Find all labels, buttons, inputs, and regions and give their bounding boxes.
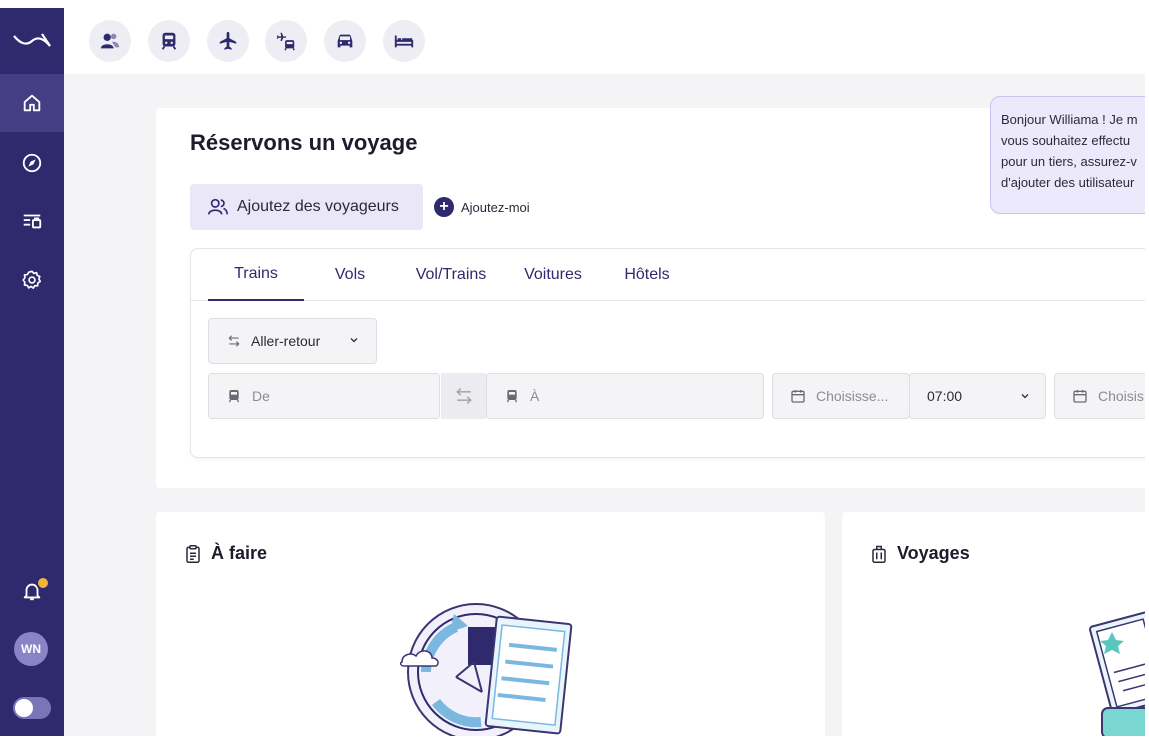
assistant-line: d'ajouter des utilisateur [1001, 175, 1135, 190]
trip-type-select[interactable]: Aller-retour [208, 318, 377, 364]
train-icon [228, 390, 240, 403]
tab-flight-trains[interactable]: Vol/Trains [401, 249, 501, 301]
trips-header: Voyages [870, 543, 970, 564]
travellers-icon [100, 33, 120, 49]
add-travellers-button[interactable]: Ajoutez des voyageurs [190, 184, 423, 230]
todo-title: À faire [211, 543, 268, 563]
origin-placeholder: De [252, 388, 270, 404]
sidebar-item-compass[interactable] [0, 134, 64, 192]
trips-list-icon [23, 214, 42, 229]
home-icon [23, 94, 41, 112]
top-train-button[interactable] [148, 20, 190, 62]
swap-arrows-icon [228, 335, 240, 347]
assistant-line: pour un tiers, assurez-v [1001, 154, 1137, 169]
destination-field[interactable]: À [486, 373, 764, 419]
main-content: Réservons un voyage Ajoutez des voyageur… [64, 74, 1145, 736]
toggle-knob [15, 699, 33, 717]
trips-illustration [1089, 611, 1145, 736]
tab-flights[interactable]: Vols [318, 249, 382, 301]
departure-time-select[interactable]: 07:00 [909, 373, 1046, 419]
avatar[interactable]: WN [14, 632, 48, 666]
sidebar: WN [0, 8, 64, 736]
origin-field[interactable]: De [208, 373, 440, 419]
assistant-line: vous souhaitez effectu [1001, 133, 1131, 148]
calendar-icon [791, 390, 805, 403]
top-plane-train-button[interactable] [265, 20, 307, 62]
todo-illustration [399, 603, 573, 736]
swap-arrows-icon [455, 387, 472, 405]
plane-icon [219, 31, 237, 50]
plane-train-icon [276, 32, 295, 51]
return-date-placeholder: Choisis [1098, 388, 1144, 404]
tab-cars[interactable]: Voitures [509, 249, 597, 301]
theme-toggle[interactable] [13, 697, 51, 719]
suitcase-icon [872, 545, 886, 563]
tab-hotels[interactable]: Hôtels [611, 249, 683, 301]
right-edge [1145, 0, 1149, 738]
top-bar [64, 8, 1145, 74]
top-travellers-button[interactable] [89, 20, 131, 62]
car-icon [337, 34, 353, 48]
chevron-down-icon [1021, 394, 1029, 399]
trips-card: Voyages [842, 512, 1145, 736]
transport-tabs: Trains Vols Vol/Trains Voitures Hôtels [191, 249, 1145, 301]
sidebar-item-trips[interactable] [0, 192, 64, 250]
calendar-icon [1073, 390, 1087, 403]
brand-logo[interactable] [0, 8, 64, 74]
destination-placeholder: À [530, 388, 540, 404]
tab-trains[interactable]: Trains [208, 249, 304, 301]
assistant-line: Bonjour Williama ! Je m [1001, 112, 1138, 127]
trips-title: Voyages [897, 543, 970, 563]
notifications-button[interactable] [0, 562, 64, 620]
hotel-bed-icon [394, 35, 414, 48]
add-me-label: Ajoutez-moi [461, 199, 530, 215]
add-user-icon [208, 198, 228, 215]
clipboard-icon [186, 544, 200, 563]
swap-origin-destination-button[interactable] [441, 373, 486, 419]
train-icon [161, 32, 177, 50]
top-hotel-button[interactable] [383, 20, 425, 62]
plus-icon: + [434, 197, 454, 217]
add-travellers-label: Ajoutez des voyageurs [237, 198, 399, 215]
departure-date-placeholder: Choisisse... [816, 388, 889, 404]
todo-header: À faire [184, 543, 267, 564]
trip-type-value: Aller-retour [251, 333, 321, 349]
chevron-down-icon [350, 338, 358, 343]
sidebar-item-home[interactable] [0, 74, 64, 132]
compass-icon [22, 153, 42, 173]
search-panel: Trains Vols Vol/Trains Voitures Hôtels A… [190, 248, 1145, 458]
notification-badge [36, 576, 50, 590]
page-title: Réservons un voyage [190, 130, 418, 155]
brand-logo-icon [13, 33, 51, 47]
assistant-message: Bonjour Williama ! Je m vous souhaitez e… [990, 96, 1145, 214]
add-me-button[interactable]: + Ajoutez-moi [426, 191, 540, 223]
top-car-button[interactable] [324, 20, 366, 62]
top-plane-button[interactable] [207, 20, 249, 62]
train-icon [506, 390, 518, 403]
todo-card: À faire [156, 512, 825, 736]
sidebar-item-settings[interactable] [0, 251, 64, 309]
gear-icon [22, 270, 42, 289]
return-date-field[interactable]: Choisis [1054, 373, 1145, 419]
departure-date-field[interactable]: Choisisse... [772, 373, 910, 419]
departure-time-value: 07:00 [927, 388, 963, 404]
